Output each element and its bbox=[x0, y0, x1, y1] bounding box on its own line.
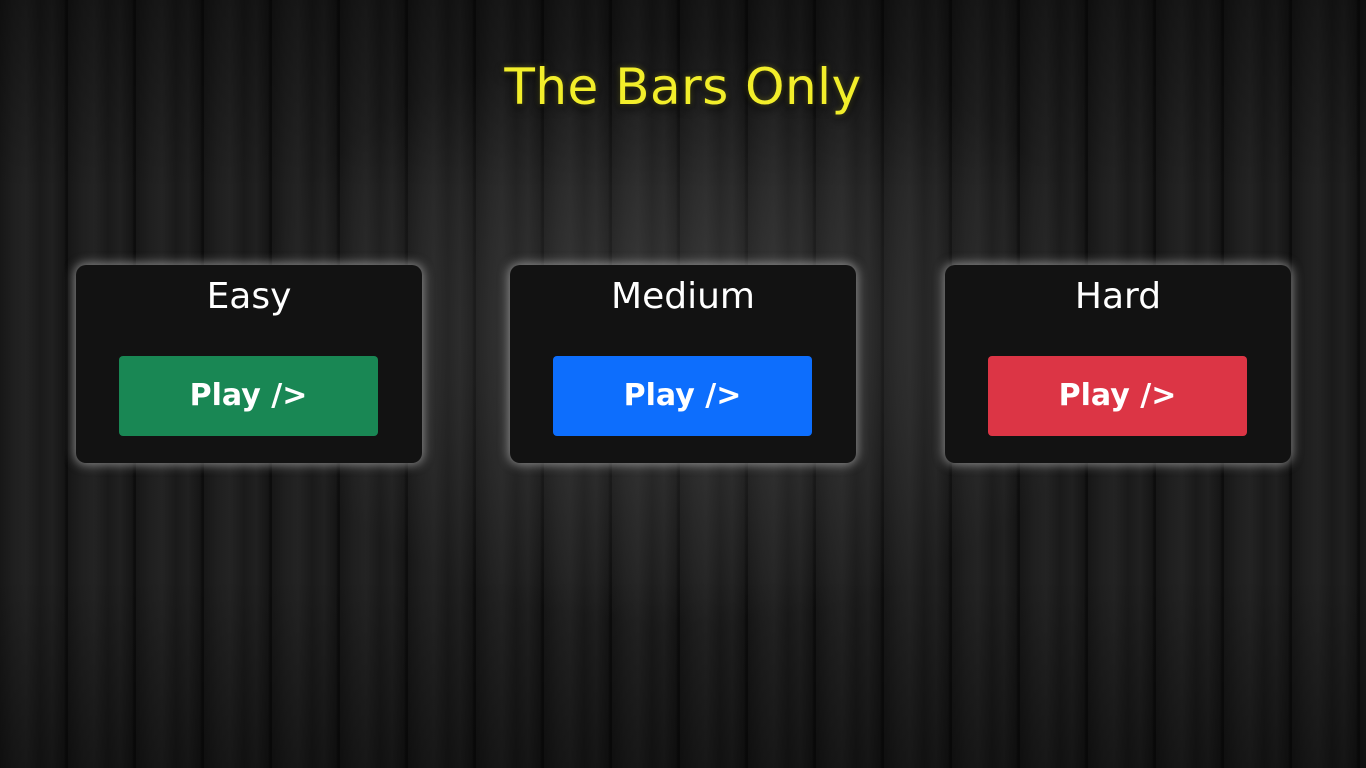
play-medium-button[interactable]: Play /> bbox=[553, 356, 812, 436]
game-title: The Bars Only bbox=[504, 58, 862, 116]
level-card-medium: Medium Play /> bbox=[510, 265, 856, 463]
level-label-hard: Hard bbox=[1074, 276, 1162, 317]
level-label-easy: Easy bbox=[206, 276, 292, 317]
play-easy-button[interactable]: Play /> bbox=[119, 356, 378, 436]
level-card-hard: Hard Play /> bbox=[945, 265, 1291, 463]
play-hard-button[interactable]: Play /> bbox=[988, 356, 1247, 436]
level-label-medium: Medium bbox=[611, 276, 755, 317]
level-card-easy: Easy Play /> bbox=[76, 265, 422, 463]
